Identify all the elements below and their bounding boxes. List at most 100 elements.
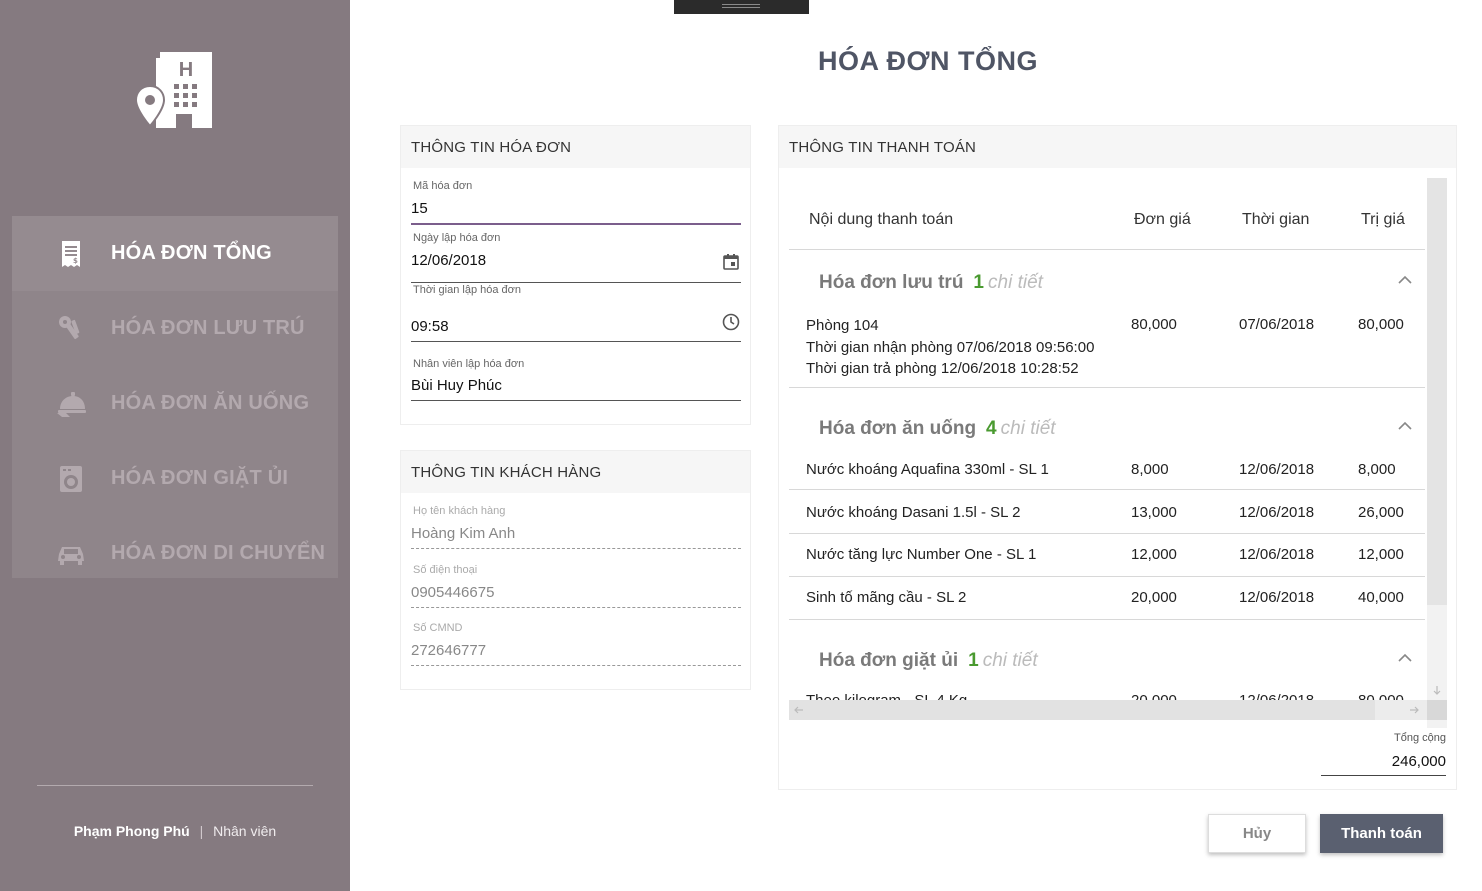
- group-header-giat-ui[interactable]: Hóa đơn giặt ủi 1 chi tiết: [789, 628, 1425, 684]
- row-date: 07/06/2018: [1239, 316, 1315, 333]
- pay-button[interactable]: Thanh toán: [1320, 814, 1443, 853]
- sidebar-item-hoa-don-luu-tru[interactable]: HÓA ĐƠN LƯU TRÚ: [12, 291, 338, 366]
- invoice-id-value[interactable]: 15: [411, 200, 428, 217]
- column-header-content[interactable]: Nội dung thanh toán: [809, 211, 953, 229]
- payment-info-card: THÔNG TIN THANH TOÁN Nội dung thanh toán…: [778, 125, 1457, 790]
- scroll-left-arrow-icon[interactable]: [794, 705, 804, 715]
- sidebar-divider: [37, 785, 313, 786]
- cancel-button[interactable]: Hủy: [1208, 814, 1306, 853]
- customer-idcard-underline: [411, 665, 741, 666]
- sidebar-item-label: HÓA ĐƠN DI CHUYỂN: [111, 542, 326, 564]
- sidebar-item-label: HÓA ĐƠN ĂN UỐNG: [111, 392, 310, 414]
- vertical-scrollbar[interactable]: [1427, 178, 1447, 728]
- sidebar-item-label: HÓA ĐƠN GIẶT ỦI: [111, 467, 289, 489]
- group-count: 1: [968, 650, 979, 671]
- payment-table-viewport[interactable]: Nội dung thanh toán Đơn giá Thời gian Tr…: [779, 126, 1456, 700]
- room-service-icon: [57, 391, 86, 417]
- row-price: 20,000: [1131, 692, 1177, 700]
- sidebar-item-label: HÓA ĐƠN LƯU TRÚ: [111, 317, 305, 339]
- customer-phone-label: Số điện thoại: [413, 564, 478, 576]
- scroll-right-arrow-icon[interactable]: [1409, 705, 1419, 715]
- car-icon: [58, 546, 84, 565]
- invoice-id-underline: [411, 223, 741, 225]
- column-header-price[interactable]: Đơn giá: [1134, 211, 1191, 229]
- group-header-an-uong[interactable]: Hóa đơn ăn uống 4 chi tiết: [789, 396, 1425, 452]
- invoice-staff-value[interactable]: Bùi Huy Phúc: [411, 377, 502, 394]
- chevron-up-icon[interactable]: [1397, 420, 1413, 432]
- sidebar-item-hoa-don-di-chuyen[interactable]: HÓA ĐƠN DI CHUYỂN: [12, 516, 338, 591]
- horizontal-scrollbar[interactable]: [789, 700, 1447, 720]
- row-price: 13,000: [1131, 504, 1177, 521]
- row-content: Nước khoáng Dasani 1.5l - SL 2: [806, 504, 1021, 521]
- sidebar: H $ HÓA ĐƠN TỔNG HÓA ĐƠN LƯU TRÚ HÓA ĐƠN…: [0, 0, 350, 891]
- invoice-staff-field[interactable]: Nhân viên lập hóa đơn Bùi Huy Phúc: [411, 356, 741, 404]
- invoice-info-card: THÔNG TIN HÓA ĐƠN Mã hóa đơn 15 Ngày lập…: [400, 125, 751, 425]
- clock-icon[interactable]: [721, 312, 741, 332]
- group-detail: chi tiết: [988, 272, 1043, 293]
- sidebar-item-hoa-don-an-uong[interactable]: HÓA ĐƠN ĂN UỐNG: [12, 366, 338, 441]
- scroll-corner: [1427, 700, 1447, 720]
- invoice-id-field[interactable]: Mã hóa đơn 15: [411, 178, 741, 226]
- window-drag-handle[interactable]: [674, 0, 809, 14]
- invoice-id-label: Mã hóa đơn: [413, 180, 473, 192]
- table-row[interactable]: Sinh tố mãng cầu - SL 2 20,000 12/06/201…: [789, 578, 1425, 620]
- row-price: 12,000: [1131, 546, 1177, 563]
- calendar-icon[interactable]: [721, 252, 741, 272]
- sidebar-item-label: HÓA ĐƠN TỔNG: [111, 242, 272, 264]
- customer-idcard-label: Số CMND: [413, 622, 463, 634]
- row-amount: 80,000: [1358, 692, 1404, 700]
- group-header-luu-tru[interactable]: Hóa đơn lưu trú 1 chi tiết: [789, 250, 1425, 306]
- sidebar-item-hoa-don-giat-ui[interactable]: HÓA ĐƠN GIẶT ỦI: [12, 441, 338, 516]
- total-value: 246,000: [1391, 753, 1446, 770]
- customer-name-value: Hoàng Kim Anh: [411, 525, 516, 542]
- table-row[interactable]: Nước khoáng Aquafina 330ml - SL 1 8,000 …: [789, 452, 1425, 490]
- row-content: Phòng 104 Thời gian nhận phòng 07/06/201…: [806, 317, 1095, 377]
- row-price: 20,000: [1131, 589, 1177, 606]
- scroll-down-arrow-icon[interactable]: [1432, 685, 1442, 695]
- row-content: Theo kilogram - SL 4 Kg: [806, 692, 967, 700]
- table-row[interactable]: Theo kilogram - SL 4 Kg 20,000 12/06/201…: [789, 684, 1425, 700]
- invoice-time-field[interactable]: Thời gian lập hóa đơn 09:58: [411, 282, 741, 344]
- row-amount: 8,000: [1358, 461, 1396, 478]
- hotel-location-icon: H: [136, 52, 212, 128]
- keys-icon: [59, 315, 80, 339]
- row-amount: 40,000: [1358, 589, 1404, 606]
- table-row[interactable]: Nước tăng lực Number One - SL 1 12,000 1…: [789, 535, 1425, 577]
- table-row[interactable]: Nước khoáng Dasani 1.5l - SL 2 13,000 12…: [789, 491, 1425, 534]
- row-date: 12/06/2018: [1239, 692, 1314, 700]
- row-price: 8,000: [1131, 461, 1169, 478]
- column-header-time[interactable]: Thời gian: [1242, 211, 1309, 229]
- sidebar-item-hoa-don-tong[interactable]: $ HÓA ĐƠN TỔNG: [12, 216, 338, 291]
- row-content: Sinh tố mãng cầu - SL 2: [806, 589, 967, 606]
- chevron-up-icon[interactable]: [1397, 652, 1413, 664]
- invoice-date-field[interactable]: Ngày lập hóa đơn 12/06/2018: [411, 230, 741, 286]
- invoice-info-header: THÔNG TIN HÓA ĐƠN: [401, 126, 750, 168]
- table-row[interactable]: Phòng 104 Thời gian nhận phòng 07/06/201…: [789, 306, 1425, 388]
- chevron-up-icon[interactable]: [1397, 274, 1413, 286]
- customer-phone-underline: [411, 607, 741, 608]
- customer-phone-field: Số điện thoại 0905446675: [411, 564, 741, 610]
- column-header-amount[interactable]: Trị giá: [1361, 211, 1405, 229]
- group-title: Hóa đơn ăn uống 4 chi tiết: [819, 418, 1056, 439]
- row-date: 12/06/2018: [1239, 504, 1315, 521]
- svg-text:H: H: [179, 59, 193, 81]
- invoice-time-label: Thời gian lập hóa đơn: [413, 284, 521, 296]
- user-name: Phạm Phong Phú: [73, 823, 190, 839]
- row-amount: 12,000: [1358, 546, 1404, 563]
- row-price: 80,000: [1131, 316, 1177, 333]
- group-detail: chi tiết: [1000, 418, 1056, 439]
- invoice-date-value[interactable]: 12/06/2018: [411, 252, 486, 269]
- group-count: 4: [986, 418, 997, 439]
- washing-machine-icon: [60, 465, 82, 492]
- customer-name-label: Họ tên khách hàng: [413, 505, 506, 517]
- group-count: 1: [973, 272, 984, 293]
- customer-idcard-field: Số CMND 272646777: [411, 622, 741, 668]
- invoice-time-value[interactable]: 09:58: [411, 318, 449, 335]
- total-underline: [1321, 775, 1446, 776]
- horizontal-scroll-thumb[interactable]: [789, 700, 1375, 720]
- user-role: Nhân viên: [213, 823, 277, 839]
- invoice-time-underline: [411, 341, 741, 342]
- vertical-scroll-thumb[interactable]: [1427, 178, 1447, 605]
- current-user: Phạm Phong Phú | Nhân viên: [0, 823, 350, 839]
- row-date: 12/06/2018: [1239, 461, 1315, 478]
